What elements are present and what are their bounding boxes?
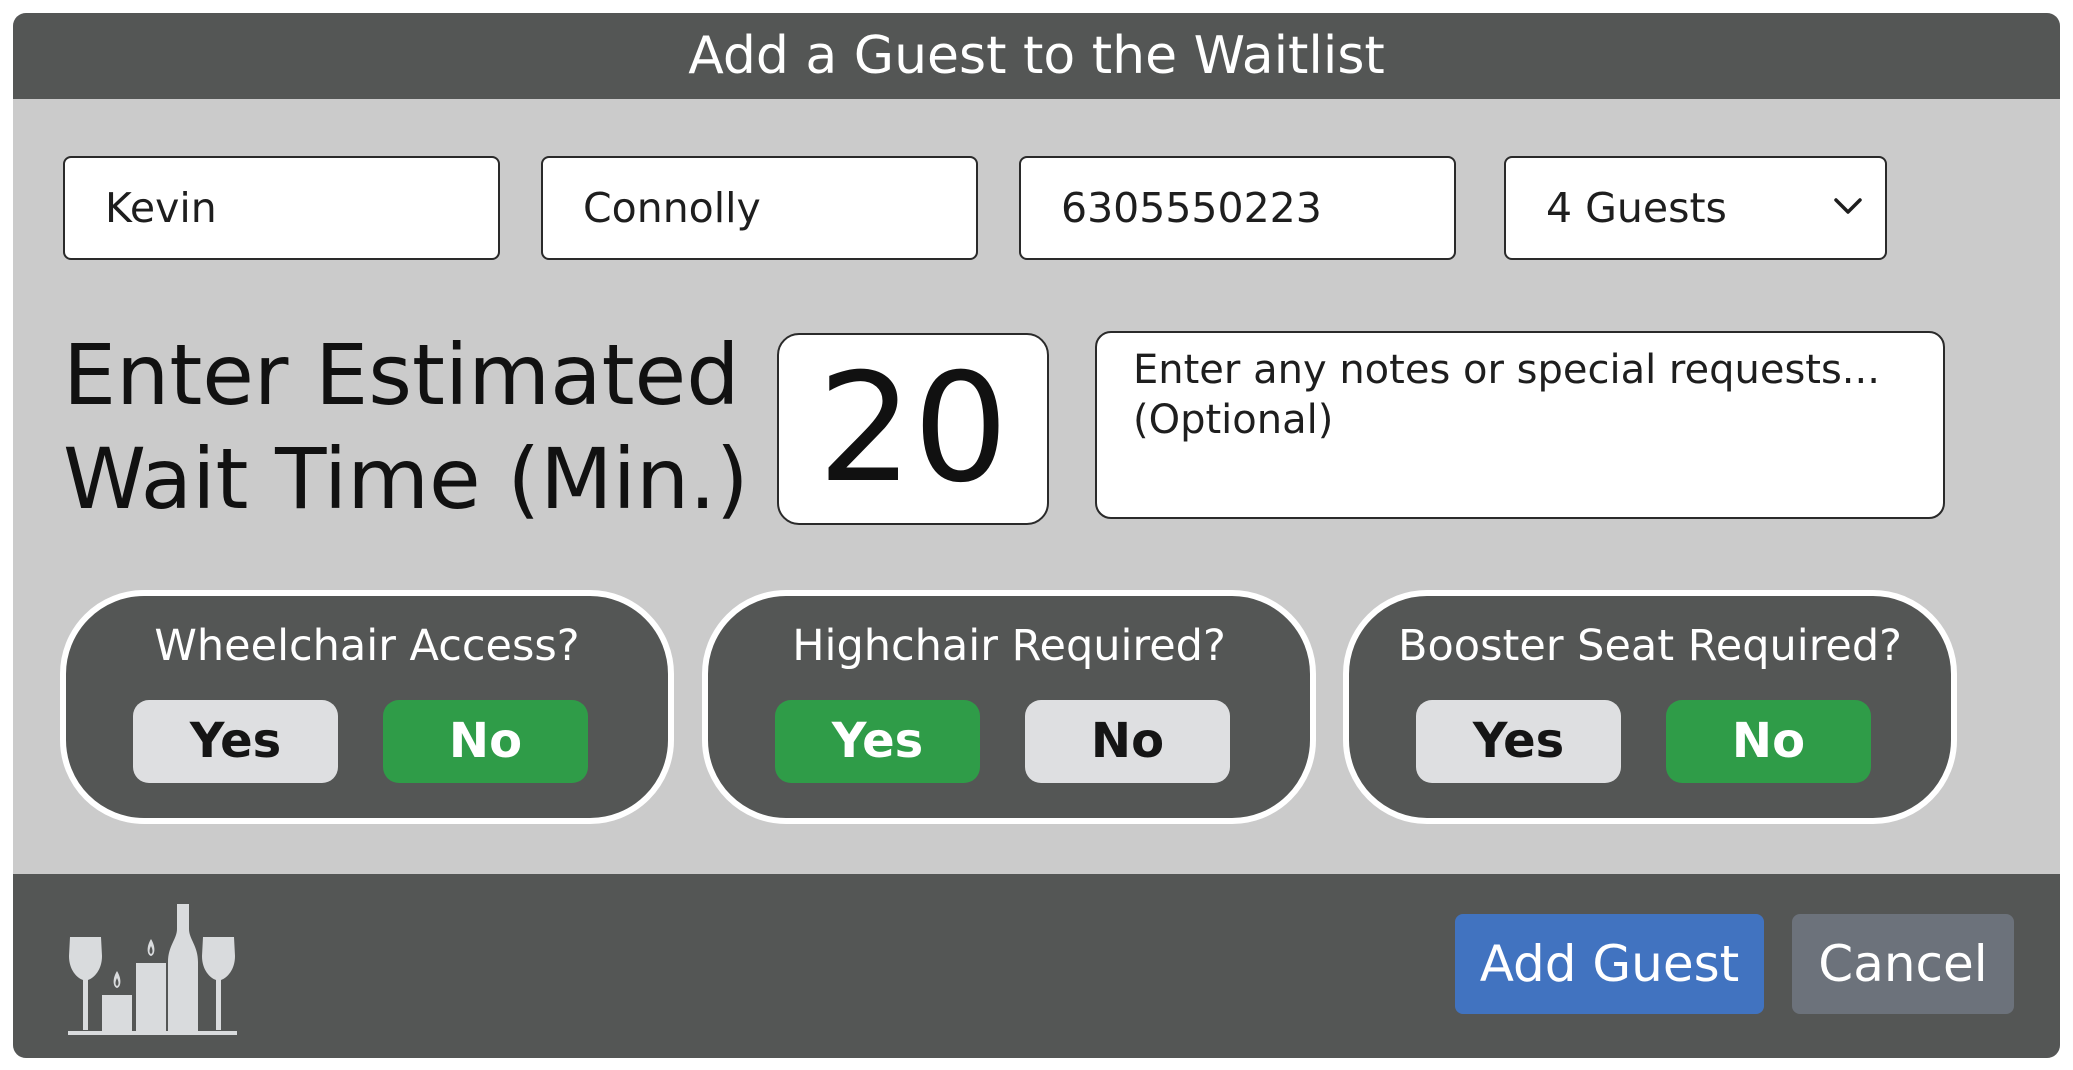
cancel-button[interactable]: Cancel <box>1792 914 2014 1014</box>
wheelchair-access-toggle: Wheelchair Access? Yes No <box>60 590 674 824</box>
phone-input[interactable]: 6305550223 <box>1019 156 1456 260</box>
highchair-required-toggle: Highchair Required? Yes No <box>702 590 1316 824</box>
first-name-input[interactable]: Kevin <box>63 156 500 260</box>
wait-time-label-line1: Enter Estimated <box>63 326 740 424</box>
add-guest-button[interactable]: Add Guest <box>1455 914 1764 1014</box>
highchair-no-button[interactable]: No <box>1025 700 1230 783</box>
notes-placeholder-line1: Enter any notes or special requests... <box>1133 347 1880 393</box>
waitlist-dialog: Add a Guest to the Waitlist Kevin Connol… <box>13 13 2060 1058</box>
dialog-title: Add a Guest to the Waitlist <box>13 13 2060 99</box>
dialog-footer: Add Guest Cancel <box>13 874 2060 1058</box>
wait-time-input[interactable]: 20 <box>777 333 1049 525</box>
highchair-yes-button[interactable]: Yes <box>775 700 980 783</box>
booster-no-button[interactable]: No <box>1666 700 1871 783</box>
wheelchair-yes-button[interactable]: Yes <box>133 700 338 783</box>
last-name-input[interactable]: Connolly <box>541 156 978 260</box>
wait-time-label: Enter Estimated Wait Time (Min.) <box>63 323 749 531</box>
notes-placeholder-line2: (Optional) <box>1133 397 1334 443</box>
chevron-down-icon <box>1834 198 1862 214</box>
party-size-select[interactable]: 4 Guests <box>1504 156 1887 260</box>
toggle-label: Booster Seat Required? <box>1397 621 1902 671</box>
party-size-value: 4 Guests <box>1546 184 1727 232</box>
wheelchair-no-button[interactable]: No <box>383 700 588 783</box>
booster-yes-button[interactable]: Yes <box>1416 700 1621 783</box>
toggle-label: Highchair Required? <box>792 621 1226 671</box>
notes-textarea[interactable]: Enter any notes or special requests... (… <box>1095 331 1945 519</box>
wait-time-label-line2: Wait Time (Min.) <box>63 430 749 528</box>
booster-seat-toggle: Booster Seat Required? Yes No <box>1343 590 1957 824</box>
restaurant-candles-wine-icon <box>68 904 237 1035</box>
toggle-label: Wheelchair Access? <box>154 621 580 671</box>
